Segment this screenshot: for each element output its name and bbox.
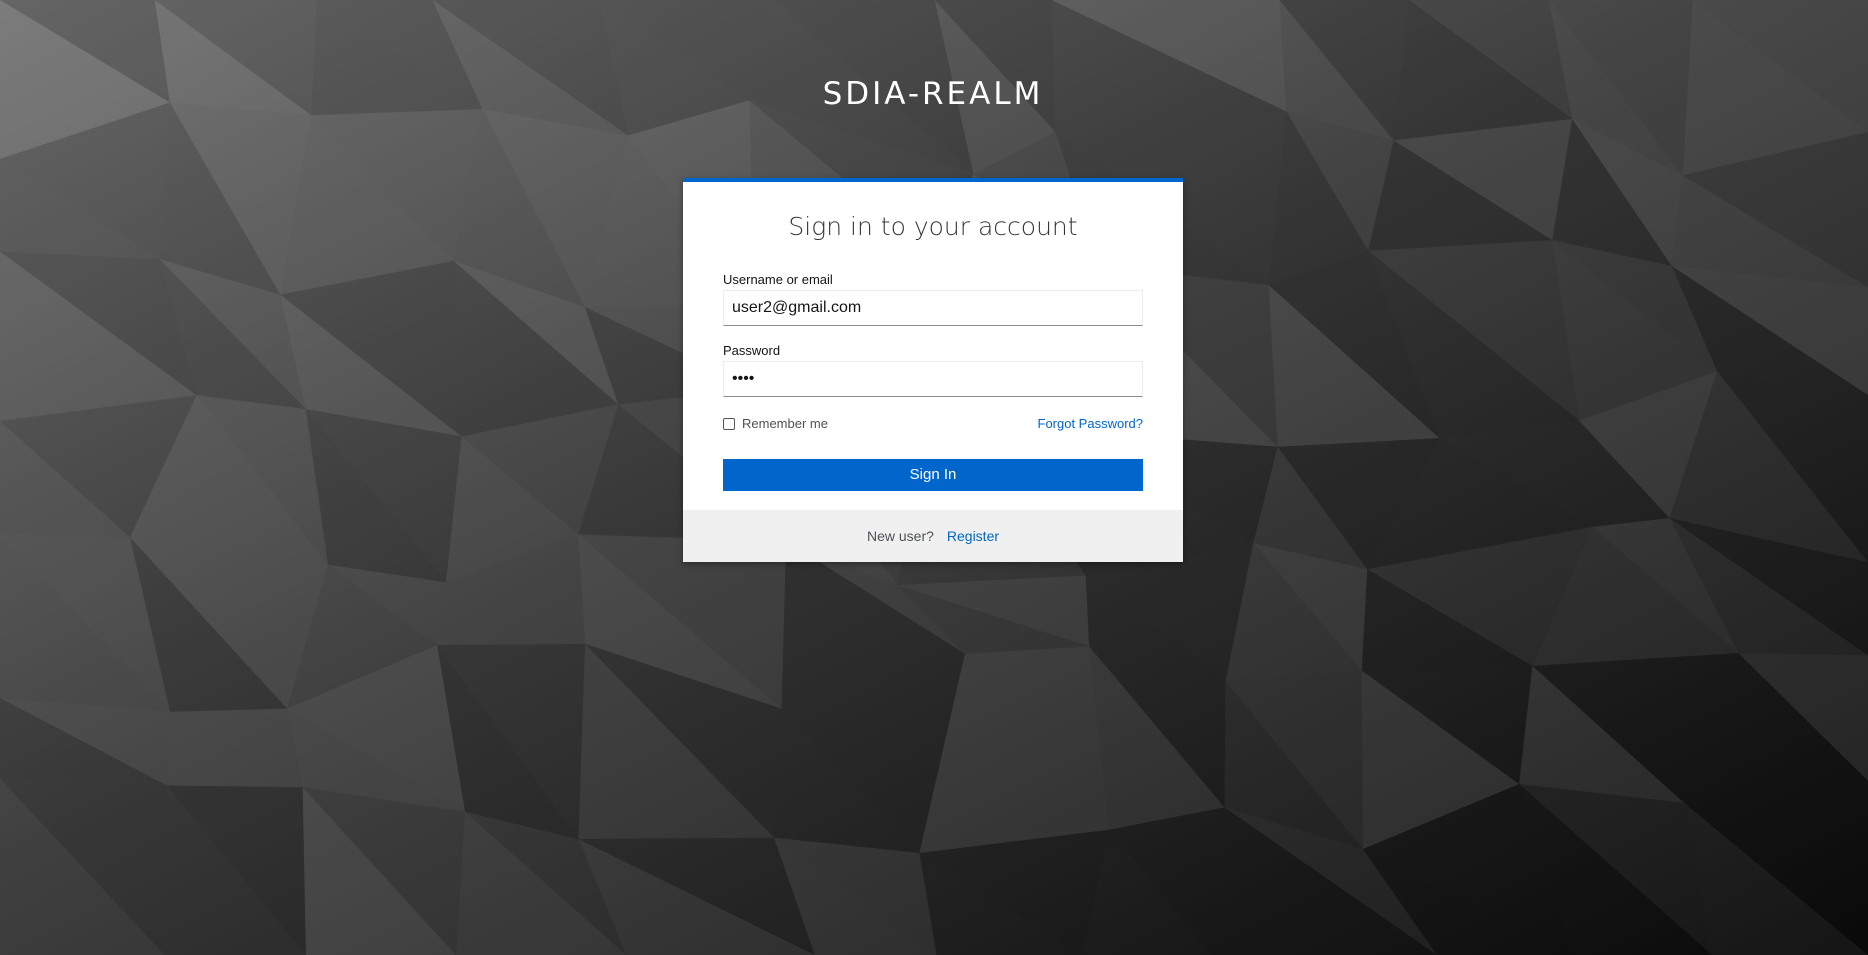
login-page: SDIA-REALM Sign in to your account Usern…: [0, 0, 1868, 955]
password-label: Password: [723, 343, 781, 358]
password-input[interactable]: [723, 361, 1143, 397]
registration-footer: New user? Register: [683, 510, 1183, 562]
login-heading: Sign in to your account: [788, 212, 1078, 241]
sign-in-button[interactable]: Sign In: [723, 459, 1143, 491]
remember-me[interactable]: Remember me: [723, 416, 828, 431]
username-input[interactable]: [723, 290, 1143, 326]
realm-title: SDIA-REALM: [822, 76, 1044, 112]
new-user-text: New user?: [866, 528, 934, 544]
username-label: Username or email: [723, 272, 833, 287]
forgot-password-link[interactable]: Forgot Password?: [1038, 416, 1144, 431]
login-card: Sign in to your account Username or emai…: [683, 178, 1183, 562]
register-link[interactable]: Register: [947, 528, 999, 544]
remember-me-label: Remember me: [742, 416, 828, 431]
remember-me-checkbox[interactable]: [723, 417, 735, 430]
